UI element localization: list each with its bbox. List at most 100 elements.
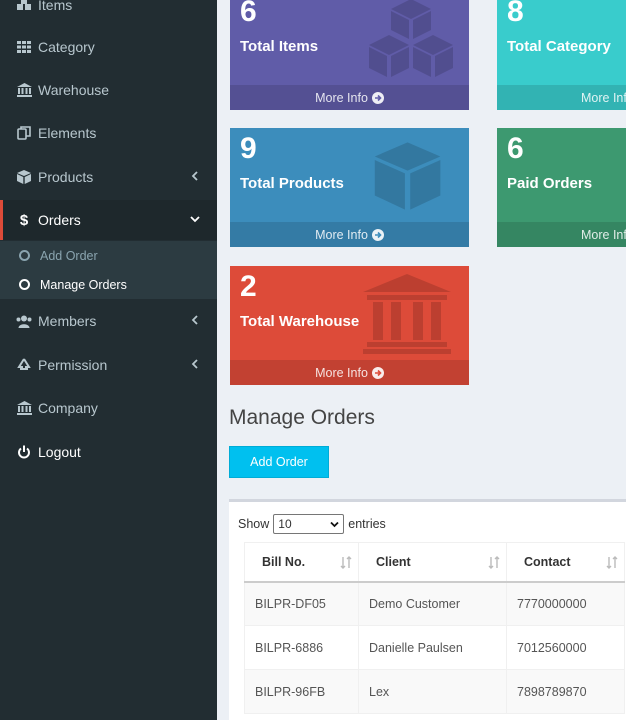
sidebar-item-label: Permission xyxy=(38,357,108,373)
more-info-label: More Info xyxy=(315,90,368,105)
sidebar-item-label: Products xyxy=(38,169,94,185)
stat-value: 6 xyxy=(507,132,524,165)
more-info-link[interactable]: More Info xyxy=(497,222,626,247)
sidebar-item-products[interactable]: Products xyxy=(0,157,217,197)
more-info-link[interactable]: More Info xyxy=(230,360,469,385)
sidebar-item-permission[interactable]: Permission xyxy=(0,345,217,385)
column-header-label: Bill No. xyxy=(262,554,306,569)
cell-bill-no: BILPR-DF05 xyxy=(244,581,359,626)
bank-icon xyxy=(363,274,451,354)
submenu-item-label: Manage Orders xyxy=(40,277,127,292)
page-size-control: Show 10 entries xyxy=(238,514,386,534)
stat-box-total-products: 9 Total Products More Info xyxy=(230,128,469,247)
column-header-contact[interactable]: Contact xyxy=(506,542,625,583)
sort-icon xyxy=(488,556,500,569)
arrow-circle-right-icon xyxy=(371,91,384,104)
sidebar-item-members[interactable]: Members xyxy=(0,301,217,341)
submenu-item-manage-orders[interactable]: Manage Orders xyxy=(0,270,217,299)
more-info-link[interactable]: More Info xyxy=(230,85,469,110)
sort-icon xyxy=(340,556,352,569)
sidebar-item-label: Items xyxy=(38,0,73,13)
column-header-client[interactable]: Client xyxy=(358,542,507,583)
stat-box-total-items: 6 Total Items More Info xyxy=(230,0,469,110)
column-header-bill-no[interactable]: Bill No. xyxy=(244,542,359,583)
page-size-select[interactable]: 10 xyxy=(273,514,345,534)
stat-value: 9 xyxy=(240,132,257,165)
cube-icon xyxy=(374,142,441,210)
cell-bill-no: BILPR-6886 xyxy=(244,625,359,670)
submenu-item-label: Add Order xyxy=(40,248,98,263)
sidebar: Items Category Warehouse Elements Produc… xyxy=(0,0,217,720)
dollar-icon: $ xyxy=(19,211,29,229)
more-info-label: More Info xyxy=(315,365,368,380)
circle-icon xyxy=(19,250,30,261)
sidebar-item-category[interactable]: Category xyxy=(0,27,217,67)
stat-label: Total Category xyxy=(507,38,611,55)
stat-box-total-warehouse: 2 Total Warehouse More Info xyxy=(230,266,469,385)
cell-client: Lex xyxy=(358,669,507,714)
table-row: BILPR-96FB Lex 7898789870 xyxy=(244,669,625,714)
orders-submenu: Add Order Manage Orders xyxy=(0,241,217,299)
page-size-value: 10 xyxy=(278,517,292,531)
cell-bill-no: BILPR-96FB xyxy=(244,669,359,714)
stat-box-paid-orders: 6 Paid Orders More Info xyxy=(497,128,626,247)
sidebar-item-label: Warehouse xyxy=(38,82,110,98)
stat-label: Total Products xyxy=(240,175,344,192)
circle-icon xyxy=(19,279,30,290)
sort-icon xyxy=(606,556,618,569)
sidebar-item-warehouse[interactable]: Warehouse xyxy=(0,70,217,110)
more-info-link[interactable]: More Info xyxy=(497,85,626,110)
chevron-down-icon xyxy=(190,216,200,223)
sidebar-item-label: Logout xyxy=(38,444,81,460)
orders-table: Bill No. Client Contact BILPR-DF05 Demo … xyxy=(244,542,625,714)
chevron-left-icon xyxy=(191,359,198,369)
sidebar-item-label: Company xyxy=(38,400,98,416)
sidebar-item-company[interactable]: Company xyxy=(0,388,217,428)
sidebar-item-label: Category xyxy=(38,39,95,55)
cubes-icon xyxy=(369,0,453,77)
more-info-label: More Info xyxy=(581,90,626,105)
chevron-left-icon xyxy=(191,315,198,325)
more-info-label: More Info xyxy=(581,227,626,242)
stat-label: Total Items xyxy=(240,38,319,55)
cell-contact: 7012560000 xyxy=(506,625,625,670)
sidebar-item-orders[interactable]: $ Orders xyxy=(0,200,217,240)
bank-icon xyxy=(16,82,32,98)
arrow-circle-right-icon xyxy=(371,228,384,241)
stat-value: 2 xyxy=(240,270,257,303)
more-info-link[interactable]: More Info xyxy=(230,222,469,247)
table-row: BILPR-DF05 Demo Customer 7770000000 xyxy=(244,581,625,626)
sidebar-item-label: Members xyxy=(38,313,97,329)
column-header-label: Client xyxy=(376,554,411,569)
sidebar-item-items[interactable]: Items xyxy=(0,0,217,25)
stat-box-total-category: 8 Total Category More Info xyxy=(497,0,626,110)
cell-contact: 7770000000 xyxy=(506,581,625,626)
power-icon xyxy=(16,444,32,460)
chevron-down-icon xyxy=(330,521,339,528)
cell-contact: 7898789870 xyxy=(506,669,625,714)
table-header-row: Bill No. Client Contact xyxy=(244,542,625,583)
bank-icon xyxy=(16,400,32,416)
stat-value: 8 xyxy=(507,0,524,28)
add-order-button[interactable]: Add Order xyxy=(229,446,329,478)
copy-icon xyxy=(16,125,32,141)
stat-value: 6 xyxy=(240,0,257,28)
sidebar-item-label: Orders xyxy=(38,212,81,228)
grid-icon xyxy=(16,39,32,55)
orders-panel: Show 10 entries Bill No. Client Contact xyxy=(229,499,626,720)
sidebar-item-logout[interactable]: Logout xyxy=(0,432,217,472)
stat-label: Total Warehouse xyxy=(240,313,360,330)
column-header-label: Contact xyxy=(524,554,571,569)
page-title: Manage Orders xyxy=(229,406,375,429)
recycle-icon xyxy=(16,357,32,373)
stat-label: Paid Orders xyxy=(507,175,593,192)
cell-client: Danielle Paulsen xyxy=(358,625,507,670)
users-icon xyxy=(16,313,32,329)
table-row: BILPR-6886 Danielle Paulsen 7012560000 xyxy=(244,625,625,670)
sidebar-item-elements[interactable]: Elements xyxy=(0,113,217,153)
arrow-circle-right-icon xyxy=(371,366,384,379)
more-info-label: More Info xyxy=(315,227,368,242)
entries-label: entries xyxy=(348,517,386,531)
cube-icon xyxy=(16,169,32,185)
submenu-item-add-order[interactable]: Add Order xyxy=(0,241,217,270)
